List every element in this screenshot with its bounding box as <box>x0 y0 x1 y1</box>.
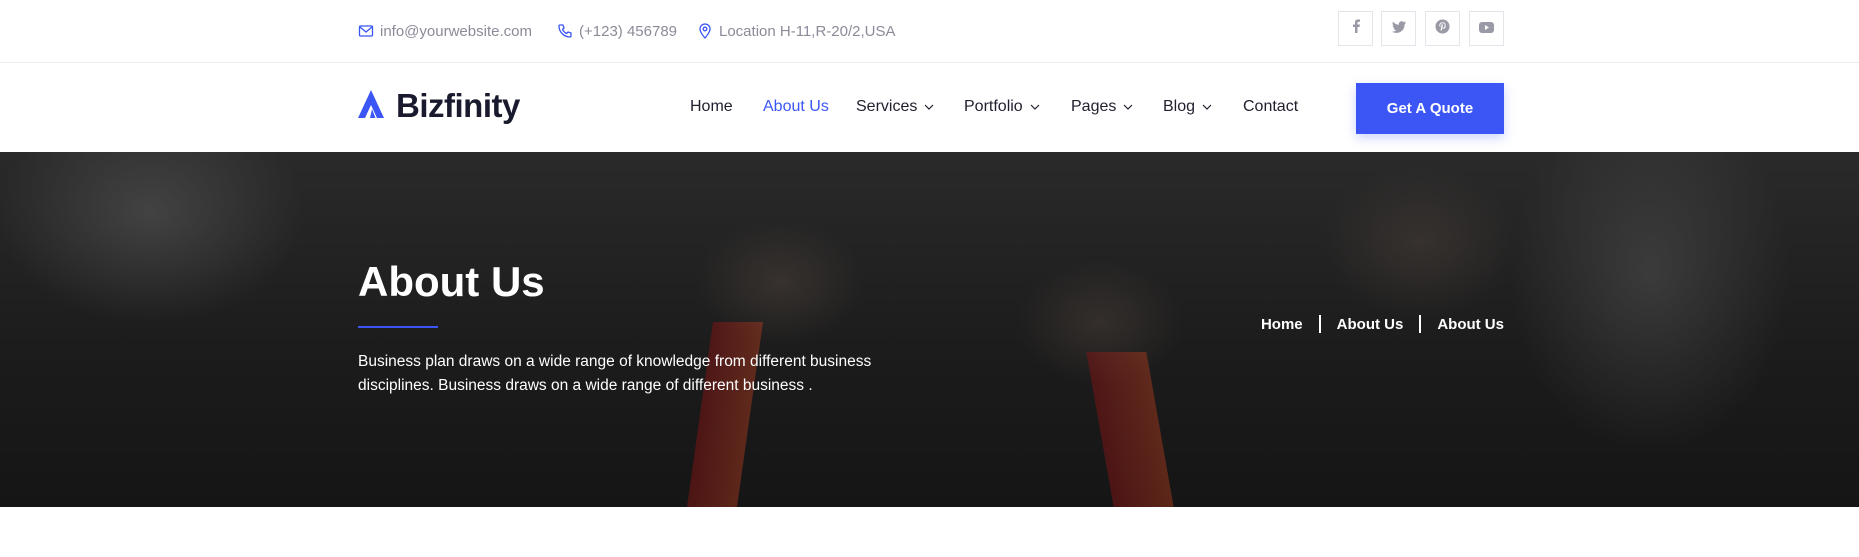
breadcrumb: Home About Us About Us <box>1261 315 1504 333</box>
pinterest-icon <box>1435 18 1450 39</box>
email-text: info@yourwebsite.com <box>380 22 532 40</box>
main-navbar: Bizfinity Home About Us Services Portfol… <box>0 64 1859 152</box>
location-icon <box>697 23 713 39</box>
brand-name: Bizfinity <box>396 87 520 124</box>
nav-blog-label: Blog <box>1163 98 1196 115</box>
location-contact: Location H-11,R-20/2,USA <box>697 20 895 42</box>
chevron-down-icon <box>1123 104 1133 110</box>
email-contact[interactable]: info@yourwebsite.com <box>358 20 532 42</box>
page-header-hero: About Us Business plan draws on a wide r… <box>0 152 1859 507</box>
phone-contact[interactable]: (+123) 456789 <box>557 20 677 42</box>
nav-home[interactable]: Home <box>690 98 733 116</box>
youtube-icon <box>1479 20 1494 38</box>
nav-contact-label: Contact <box>1243 98 1299 115</box>
top-contact-bar: info@yourwebsite.com (+123) 456789 Locat… <box>0 0 1859 63</box>
nav-pages-label: Pages <box>1071 98 1117 115</box>
chevron-down-icon <box>924 104 934 110</box>
nav-portfolio[interactable]: Portfolio <box>964 98 1040 116</box>
get-a-quote-button[interactable]: Get A Quote <box>1356 83 1504 134</box>
twitter-icon <box>1391 20 1406 38</box>
chevron-down-icon <box>1202 104 1212 110</box>
pinterest-button[interactable] <box>1425 11 1460 46</box>
nav-about-us-label: About Us <box>763 98 829 115</box>
nav-services-label: Services <box>856 98 918 115</box>
hero-background-tie <box>1086 352 1174 507</box>
nav-pages[interactable]: Pages <box>1071 98 1133 116</box>
title-underline <box>358 326 438 328</box>
facebook-icon <box>1350 19 1362 38</box>
chevron-down-icon <box>1030 104 1040 110</box>
phone-text: (+123) 456789 <box>579 22 677 40</box>
breadcrumb-separator <box>1318 315 1321 333</box>
phone-icon <box>557 23 573 39</box>
nav-portfolio-label: Portfolio <box>964 98 1023 115</box>
youtube-button[interactable] <box>1469 11 1504 46</box>
facebook-button[interactable] <box>1338 11 1373 46</box>
nav-about-us[interactable]: About Us <box>763 98 829 116</box>
breadcrumb-separator <box>1419 315 1422 333</box>
page-title: About Us <box>358 258 545 305</box>
breadcrumb-about-us[interactable]: About Us <box>1337 316 1404 333</box>
twitter-button[interactable] <box>1381 11 1416 46</box>
nav-contact[interactable]: Contact <box>1243 98 1298 116</box>
breadcrumb-current: About Us <box>1437 315 1504 333</box>
nav-blog[interactable]: Blog <box>1163 98 1212 116</box>
logo-mark-icon <box>358 89 392 124</box>
mail-icon <box>358 23 374 39</box>
brand-logo[interactable]: Bizfinity <box>358 87 520 124</box>
page-description: Business plan draws on a wide range of k… <box>358 353 872 394</box>
nav-home-label: Home <box>690 98 733 115</box>
nav-services[interactable]: Services <box>856 98 934 116</box>
breadcrumb-home[interactable]: Home <box>1261 316 1303 333</box>
location-text: Location H-11,R-20/2,USA <box>719 22 896 40</box>
